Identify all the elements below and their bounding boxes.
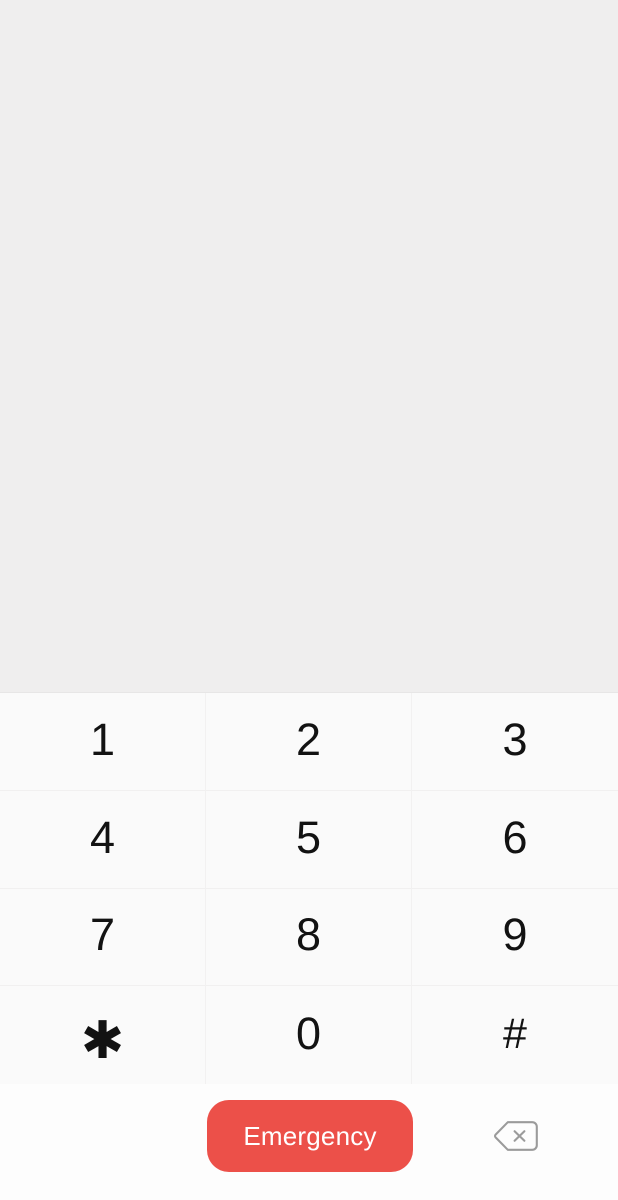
emergency-call-label: Emergency <box>243 1120 377 1151</box>
key-0[interactable]: 0 <box>206 986 412 1084</box>
key-5-label: 5 <box>295 811 322 863</box>
number-display-area[interactable] <box>0 0 618 692</box>
key-8-label: 8 <box>295 909 322 961</box>
key-4-label: 4 <box>89 811 116 863</box>
phone-dialer-screen: 1 2 3 4 5 6 7 8 9 ✱ 0 # Emergency <box>0 0 618 1200</box>
key-1-label: 1 <box>89 713 116 765</box>
key-4[interactable]: 4 <box>0 790 206 889</box>
dialer-action-bar: Emergency <box>0 1084 618 1200</box>
dial-pad: 1 2 3 4 5 6 7 8 9 ✱ 0 # <box>0 692 618 1084</box>
key-7[interactable]: 7 <box>0 888 206 987</box>
key-1[interactable]: 1 <box>0 693 206 791</box>
key-9-label: 9 <box>502 909 528 961</box>
key-7-label: 7 <box>89 909 116 961</box>
key-9[interactable]: 9 <box>412 888 618 987</box>
key-hash-label: # <box>503 1009 527 1058</box>
key-star[interactable]: ✱ <box>0 986 206 1084</box>
emergency-call-button[interactable]: Emergency <box>207 1100 413 1172</box>
key-3-label: 3 <box>502 713 528 765</box>
key-8[interactable]: 8 <box>206 888 412 987</box>
key-3[interactable]: 3 <box>412 693 618 791</box>
key-5[interactable]: 5 <box>206 790 412 889</box>
key-star-label: ✱ <box>80 1012 125 1071</box>
backspace-delete-icon <box>493 1120 539 1152</box>
key-2-label: 2 <box>295 713 322 765</box>
key-6-label: 6 <box>502 811 528 863</box>
key-hash[interactable]: # <box>412 986 618 1084</box>
dialed-number-text <box>0 658 618 692</box>
key-6[interactable]: 6 <box>412 790 618 889</box>
key-2[interactable]: 2 <box>206 693 412 791</box>
key-0-label: 0 <box>295 1007 322 1059</box>
backspace-button[interactable] <box>468 1100 564 1172</box>
